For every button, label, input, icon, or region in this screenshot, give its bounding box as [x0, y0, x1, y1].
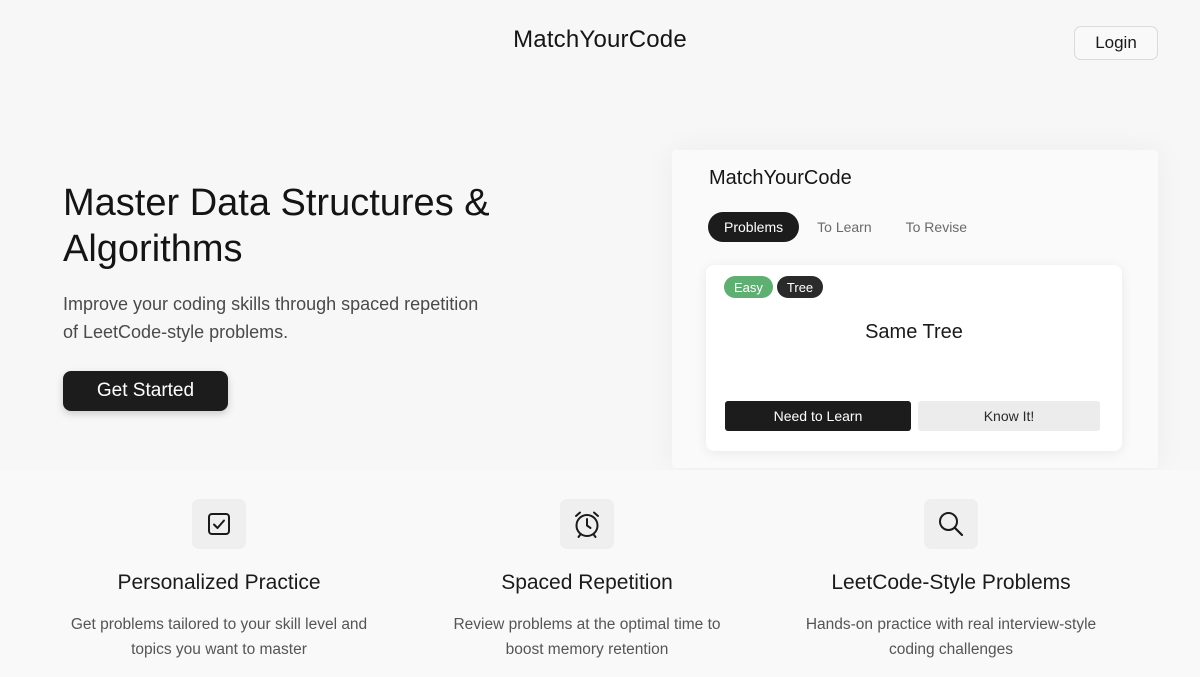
hero-title: Master Data Structures & Algorithms	[63, 182, 490, 270]
login-button[interactable]: Login	[1074, 26, 1158, 60]
app-preview-panel: MatchYourCode Problems To Learn To Revis…	[672, 150, 1158, 468]
tab-to-learn[interactable]: To Learn	[801, 212, 887, 242]
preview-tabs: Problems To Learn To Revise	[708, 212, 985, 242]
tab-to-revise[interactable]: To Revise	[890, 212, 983, 242]
know-it-button[interactable]: Know It!	[918, 401, 1100, 431]
alarm-clock-icon	[560, 499, 614, 549]
feature-description: Review problems at the optimal time to b…	[453, 616, 721, 658]
feature-title: LeetCode-Style Problems	[831, 571, 1071, 594]
topic-badge: Tree	[776, 276, 824, 298]
problem-badges: Easy Tree	[724, 276, 827, 298]
feature-description: Hands-on practice with real interview-st…	[805, 616, 1097, 658]
get-started-button[interactable]: Get Started	[63, 371, 228, 411]
problem-title: Same Tree	[865, 321, 963, 343]
site-logo[interactable]: MatchYourCode	[0, 26, 1200, 54]
feature-personalized-practice: Personalized Practice Get problems tailo…	[39, 470, 399, 662]
checkbox-icon	[192, 499, 246, 549]
feature-title: Spaced Repetition	[501, 571, 673, 594]
feature-description: Get problems tailored to your skill leve…	[70, 616, 368, 658]
features-section: Personalized Practice Get problems tailo…	[0, 470, 1200, 677]
problem-card: Easy Tree Same Tree Need to Learn Know I…	[706, 265, 1122, 451]
need-to-learn-button[interactable]: Need to Learn	[725, 401, 911, 431]
feature-leetcode-problems: LeetCode-Style Problems Hands-on practic…	[771, 470, 1131, 662]
landing-page: MatchYourCode Login Master Data Structur…	[0, 0, 1200, 677]
difficulty-badge: Easy	[724, 276, 773, 298]
card-actions: Need to Learn Know It!	[725, 401, 1100, 431]
tab-problems[interactable]: Problems	[708, 212, 800, 242]
preview-brand: MatchYourCode	[709, 167, 852, 189]
feature-spaced-repetition: Spaced Repetition Review problems at the…	[407, 470, 767, 662]
search-icon	[924, 499, 978, 549]
hero-subtitle: Improve your coding skills through space…	[63, 294, 479, 342]
feature-title: Personalized Practice	[117, 571, 321, 594]
